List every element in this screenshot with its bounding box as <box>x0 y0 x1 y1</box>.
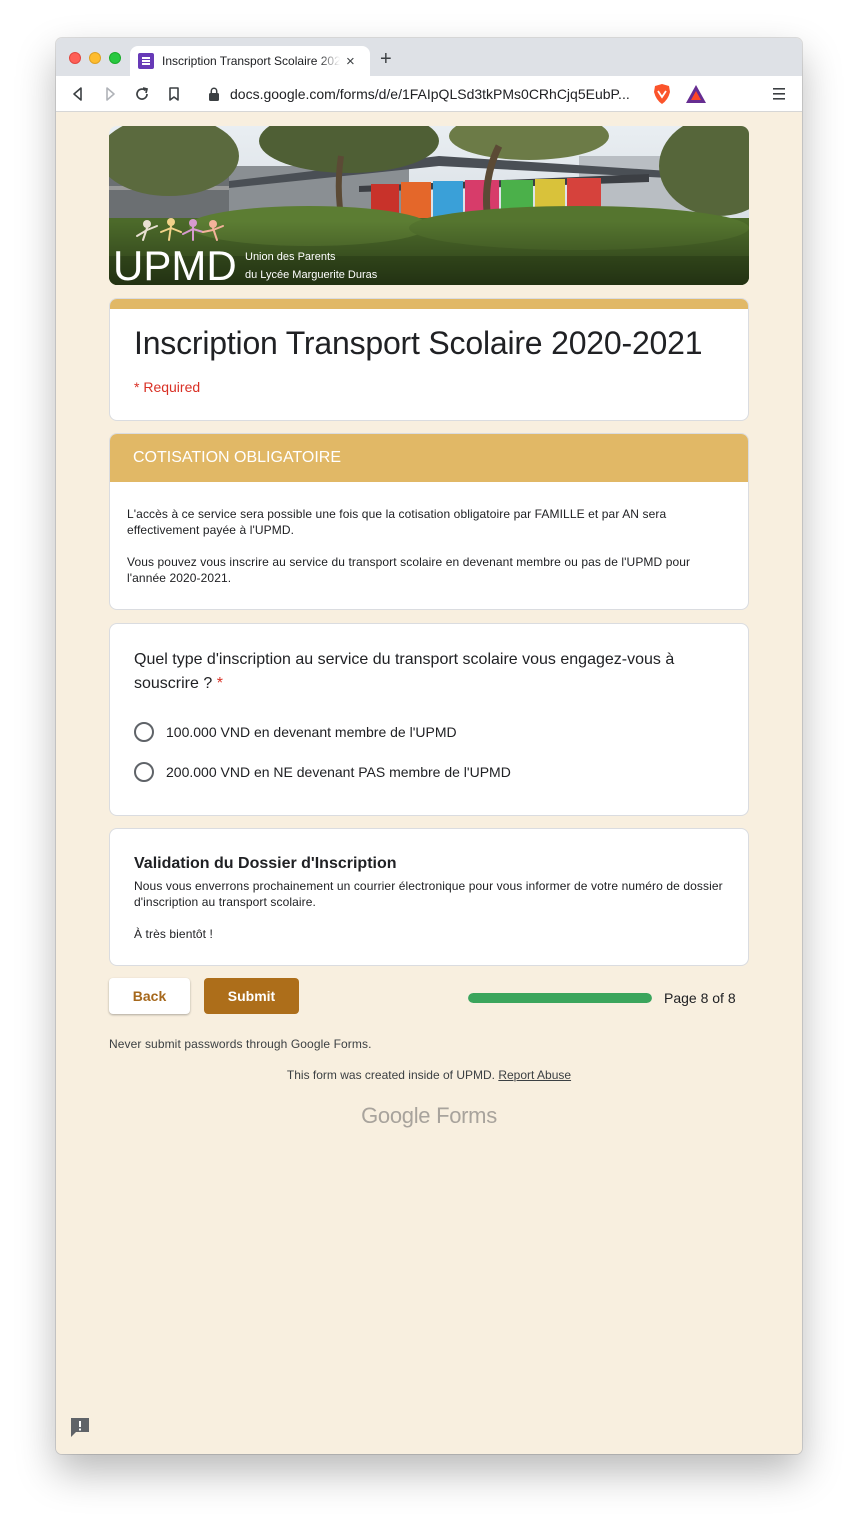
browser-toolbar: docs.google.com/forms/d/e/1FAIpQLSd3tkPM… <box>56 76 802 112</box>
lock-icon <box>209 87 219 101</box>
theme-stripe <box>110 299 748 309</box>
question-card: Quel type d'inscription au service du tr… <box>109 623 749 816</box>
created-by-text: This form was created inside of UPMD. <box>286 1068 495 1082</box>
new-tab-icon[interactable]: + <box>380 49 392 69</box>
progress-fill <box>468 993 652 1003</box>
section-paragraph-2: Vous pouvez vous inscrire au service du … <box>127 555 691 585</box>
section-card: COTISATION OBLIGATOIRE L'accès à ce serv… <box>109 433 749 610</box>
option-non-member[interactable]: 200.000 VND en NE devenant PAS membre de… <box>134 762 511 782</box>
option-label: 200.000 VND en NE devenant PAS membre de… <box>166 764 511 780</box>
bookmark-icon[interactable] <box>163 83 185 105</box>
close-window-button[interactable] <box>69 52 81 64</box>
option-label: 100.000 VND en devenant membre de l'UPMD <box>166 724 457 740</box>
form-title-card: Inscription Transport Scolaire 2020-2021… <box>109 298 749 421</box>
required-note: * Required <box>134 379 201 395</box>
feedback-icon[interactable] <box>69 1416 91 1438</box>
validation-paragraph-2: À très bientôt ! <box>134 927 213 941</box>
progress-bar <box>468 993 652 1003</box>
header-banner-image: UPMD Union des Parents du Lycée Margueri… <box>109 126 749 285</box>
logo-forms-text: Forms <box>436 1103 497 1128</box>
form-title: Inscription Transport Scolaire 2020-2021 <box>134 325 703 361</box>
browser-window: Inscription Transport Scolaire 2020-2021… <box>56 38 802 1454</box>
svg-text:Union des Parents: Union des Parents <box>245 251 336 263</box>
validation-title: Validation du Dossier d'Inscription <box>134 855 397 872</box>
address-bar[interactable]: docs.google.com/forms/d/e/1FAIpQLSd3tkPM… <box>198 80 712 108</box>
back-arrow-icon[interactable] <box>67 83 89 105</box>
tab-close-icon[interactable]: × <box>346 54 355 69</box>
logo-google-text: Google <box>361 1103 431 1128</box>
url-text: docs.google.com/forms/d/e/1FAIpQLSd3tkPM… <box>230 86 630 102</box>
validation-card: Validation du Dossier d'Inscription Nous… <box>109 828 749 966</box>
title-bar: Inscription Transport Scolaire 2020-2021… <box>56 38 802 76</box>
google-forms-favicon-icon <box>138 53 154 69</box>
submit-button[interactable]: Submit <box>204 978 299 1014</box>
minimize-window-button[interactable] <box>89 52 101 64</box>
option-member[interactable]: 100.000 VND en devenant membre de l'UPMD <box>134 722 457 742</box>
google-forms-logo[interactable]: Google Forms <box>56 1103 802 1129</box>
zoom-window-button[interactable] <box>109 52 121 64</box>
tab-title: Inscription Transport Scolaire 2020-2021 <box>162 54 340 68</box>
browser-menu-icon[interactable] <box>772 85 786 103</box>
back-button[interactable]: Back <box>109 978 190 1014</box>
password-warning: Never submit passwords through Google Fo… <box>109 1037 372 1051</box>
forward-arrow-icon[interactable] <box>99 83 121 105</box>
question-text: Quel type d'inscription au service du tr… <box>134 651 675 692</box>
section-paragraph-1: L'accès à ce service sera possible une f… <box>127 507 667 537</box>
reload-icon[interactable] <box>131 83 153 105</box>
report-abuse-link[interactable]: Report Abuse <box>498 1068 571 1082</box>
svg-text:UPMD: UPMD <box>113 242 237 285</box>
browser-tab[interactable]: Inscription Transport Scolaire 2020-2021… <box>130 46 370 76</box>
svg-text:du Lycée Marguerite Duras: du Lycée Marguerite Duras <box>245 269 378 281</box>
radio-button[interactable] <box>134 722 154 742</box>
validation-paragraph-1: Nous vous enverrons prochainement un cou… <box>134 879 723 909</box>
brave-shields-icon[interactable] <box>652 83 672 105</box>
page-indicator: Page 8 of 8 <box>664 990 736 1006</box>
brave-rewards-icon[interactable] <box>685 84 707 104</box>
required-asterisk: * <box>216 675 223 692</box>
section-header: COTISATION OBLIGATOIRE <box>110 434 748 482</box>
footer-note: This form was created inside of UPMD. Re… <box>56 1068 802 1082</box>
radio-button[interactable] <box>134 762 154 782</box>
form-page: UPMD Union des Parents du Lycée Margueri… <box>56 113 802 1454</box>
